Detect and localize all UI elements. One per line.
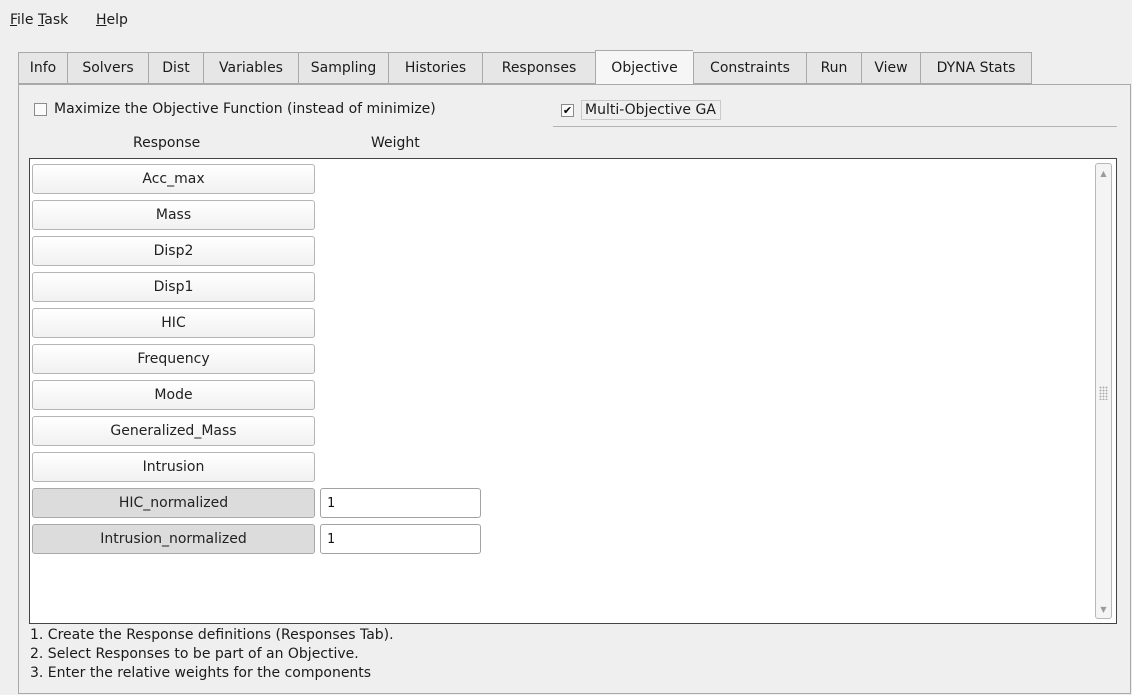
- tab-info[interactable]: Info: [18, 52, 67, 84]
- response-label: Disp1: [153, 279, 194, 295]
- tab-dist[interactable]: Dist: [148, 52, 203, 84]
- multi-objective-label: Multi-Objective GA: [581, 100, 721, 120]
- response-label: Disp2: [153, 243, 194, 259]
- tab-label: Constraints: [710, 60, 790, 76]
- response-label: HIC: [161, 315, 186, 331]
- response-button-intrusion-normalized[interactable]: Intrusion_normalized: [32, 524, 315, 554]
- menu-help-mnemonic: H: [96, 12, 107, 28]
- tab-label: Objective: [611, 59, 678, 76]
- response-column-header: Response: [133, 135, 201, 151]
- weight-field-intrusion-normalized[interactable]: [320, 524, 481, 554]
- tab-objective[interactable]: Objective: [595, 50, 693, 84]
- tab-label: Run: [820, 60, 848, 76]
- tab-label: Dist: [162, 60, 190, 76]
- response-list: Acc_max Mass Disp2 Disp1 HIC Frequency M…: [29, 158, 1117, 624]
- tab-sampling[interactable]: Sampling: [298, 52, 388, 84]
- menu-file[interactable]: File: [10, 12, 33, 28]
- tab-variables[interactable]: Variables: [203, 52, 298, 84]
- instructions: 1. Create the Response definitions (Resp…: [30, 626, 394, 683]
- response-button-acc-max[interactable]: Acc_max: [32, 164, 315, 194]
- tab-responses[interactable]: Responses: [482, 52, 595, 84]
- response-label: Frequency: [137, 351, 210, 367]
- tab-label: Sampling: [310, 60, 377, 76]
- response-button-generalized-mass[interactable]: Generalized_Mass: [32, 416, 315, 446]
- response-button-intrusion[interactable]: Intrusion: [32, 452, 315, 482]
- response-button-hic-normalized[interactable]: HIC_normalized: [32, 488, 315, 518]
- multi-objective-option[interactable]: ✔ Multi-Objective GA: [561, 100, 721, 120]
- scroll-up-icon[interactable]: ▲: [1096, 165, 1111, 181]
- scrollbar-grip[interactable]: [1099, 386, 1108, 400]
- tab-label: Variables: [219, 60, 283, 76]
- response-button-mode[interactable]: Mode: [32, 380, 315, 410]
- tab-histories[interactable]: Histories: [388, 52, 482, 84]
- menubar: File Task Help: [0, 0, 1132, 40]
- tab-label: Responses: [501, 60, 577, 76]
- response-label: Intrusion: [142, 459, 205, 475]
- response-button-mass[interactable]: Mass: [32, 200, 315, 230]
- tab-label: Info: [29, 60, 57, 76]
- instruction-line: 2. Select Responses to be part of an Obj…: [30, 646, 359, 662]
- maximize-option[interactable]: Maximize the Objective Function (instead…: [34, 101, 436, 117]
- response-label: Generalized_Mass: [110, 423, 237, 439]
- tab-dyna-stats[interactable]: DYNA Stats: [920, 52, 1032, 84]
- instruction-line: 3. Enter the relative weights for the co…: [30, 665, 372, 681]
- response-label: Intrusion_normalized: [100, 531, 247, 547]
- response-button-hic[interactable]: HIC: [32, 308, 315, 338]
- tab-label: Histories: [404, 60, 467, 76]
- separator: [553, 126, 1117, 127]
- response-button-disp1[interactable]: Disp1: [32, 272, 315, 302]
- menu-task[interactable]: Task: [38, 12, 68, 28]
- maximize-checkbox[interactable]: [34, 102, 47, 116]
- weight-field-hic-normalized[interactable]: [320, 488, 481, 518]
- response-button-frequency[interactable]: Frequency: [32, 344, 315, 374]
- tab-run[interactable]: Run: [806, 52, 861, 84]
- checkmark-icon: ✔: [562, 103, 573, 117]
- tab-solvers[interactable]: Solvers: [67, 52, 148, 84]
- scroll-down-icon[interactable]: ▼: [1096, 601, 1111, 617]
- tab-constraints[interactable]: Constraints: [693, 52, 806, 84]
- response-label: Acc_max: [142, 171, 205, 187]
- menu-file-label: ile: [17, 12, 34, 28]
- tab-view[interactable]: View: [861, 52, 920, 84]
- instruction-line: 1. Create the Response definitions (Resp…: [30, 627, 394, 643]
- tab-label: DYNA Stats: [936, 60, 1016, 76]
- multi-objective-checkbox[interactable]: ✔: [561, 103, 574, 117]
- menu-task-label: ask: [44, 12, 69, 28]
- response-label: Mass: [155, 207, 192, 223]
- weight-column-header: Weight: [371, 135, 420, 151]
- menu-help-label: elp: [106, 12, 128, 28]
- response-label: HIC_normalized: [118, 495, 229, 511]
- response-button-disp2[interactable]: Disp2: [32, 236, 315, 266]
- menu-help[interactable]: Help: [96, 12, 128, 28]
- menu-file-mnemonic: F: [10, 12, 18, 28]
- tab-label: Solvers: [82, 60, 134, 76]
- response-label: Mode: [154, 387, 193, 403]
- tab-label: View: [874, 60, 908, 76]
- maximize-label: Maximize the Objective Function (instead…: [54, 101, 436, 117]
- tab-bar: Info Solvers Dist Variables Sampling His…: [18, 50, 1032, 85]
- vertical-scrollbar[interactable]: ▲ ▼: [1095, 163, 1112, 619]
